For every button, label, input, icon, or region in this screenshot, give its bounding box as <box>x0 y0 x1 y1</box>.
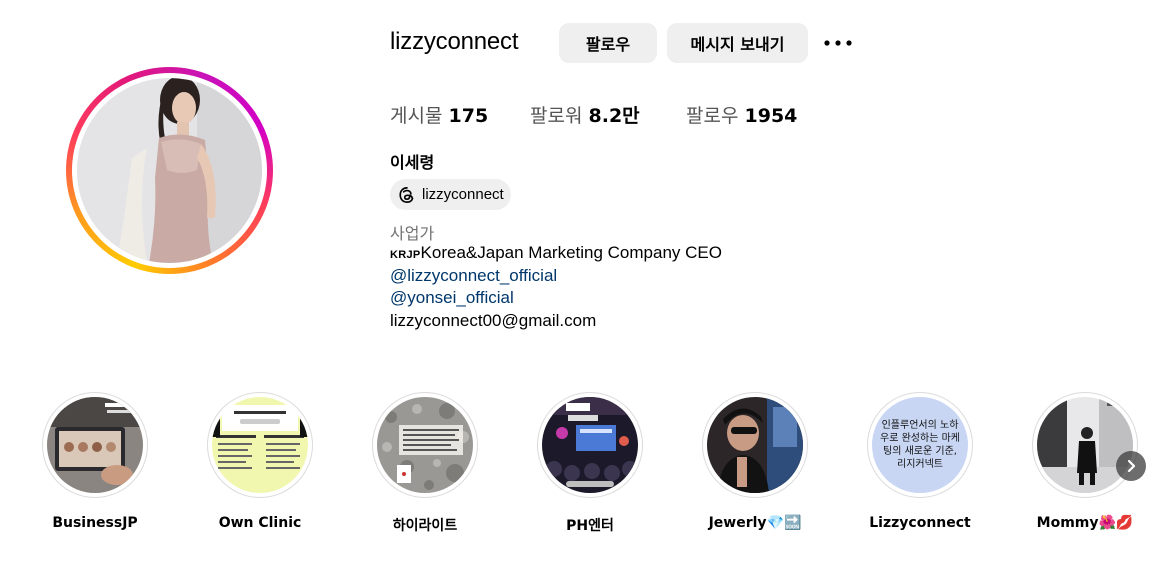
highlight-cover <box>212 397 308 493</box>
avatar-border <box>72 73 267 268</box>
threads-handle: lizzyconnect <box>422 186 504 203</box>
highlight-cover <box>542 397 638 493</box>
highlight-item[interactable]: 인플루언서의 노하우로 완성하는 마케팅의 새로운 기준, 리지커넥트 Lizz… <box>866 392 974 531</box>
highlight-label: Lizzyconnect <box>869 515 971 531</box>
profile-username: lizzyconnect <box>390 28 519 55</box>
document-photo-icon <box>212 397 308 493</box>
profile-display-name: 이세령 <box>390 153 435 172</box>
following-label: 팔로우 <box>686 105 739 127</box>
highlight-cover <box>707 397 803 493</box>
text-cover-icon: 인플루언서의 노하우로 완성하는 마케팅의 새로운 기준, 리지커넥트 <box>872 397 968 493</box>
profile-category: 사업가 <box>390 224 435 243</box>
marble-photo-icon <box>377 397 473 493</box>
highlight-label: Own Clinic <box>218 515 302 531</box>
followers-count[interactable]: 팔로워 8.2만 <box>530 101 640 128</box>
highlight-item[interactable]: Jewerly💎🔜 <box>701 392 809 531</box>
street-photo-icon <box>1037 397 1133 493</box>
send-message-button[interactable]: 메시지 보내기 <box>667 23 808 63</box>
highlight-ring: 인플루언서의 노하우로 완성하는 마케팅의 새로운 기준, 리지커넥트 <box>867 392 973 498</box>
bio-mention-link[interactable]: @lizzyconnect_official <box>390 266 557 286</box>
following-value: 1954 <box>744 105 798 127</box>
followers-label: 팔로워 <box>530 105 583 127</box>
highlight-ring <box>207 392 313 498</box>
highlight-label: BusinessJP <box>52 515 138 531</box>
highlight-ring <box>537 392 643 498</box>
flag-text: KRJP <box>390 249 421 261</box>
threads-link[interactable]: lizzyconnect <box>390 179 511 210</box>
highlight-item[interactable]: Mommy🌺💋 <box>1031 392 1139 531</box>
highlight-label: 하이라이트 <box>392 518 458 534</box>
avatar[interactable] <box>77 78 262 263</box>
highlight-label: PH엔터 <box>566 518 614 534</box>
highlight-ring <box>1032 392 1138 498</box>
profile-avatar-ring[interactable] <box>66 67 273 274</box>
stage-photo-icon <box>542 397 638 493</box>
bio-mention-link[interactable]: @yonsei_official <box>390 288 514 308</box>
highlights-next-button[interactable] <box>1116 451 1146 481</box>
more-options-icon <box>824 40 852 46</box>
posts-count: 게시물 175 <box>390 101 488 128</box>
highlight-ring <box>42 392 148 498</box>
highlight-ring <box>372 392 478 498</box>
highlight-cover <box>377 397 473 493</box>
highlight-ring <box>702 392 808 498</box>
highlight-label: Mommy🌺💋 <box>1036 515 1134 531</box>
highlight-cover <box>1037 397 1133 493</box>
portrait-photo-icon <box>707 397 803 493</box>
posts-value: 175 <box>448 105 489 127</box>
highlight-item[interactable]: BusinessJP <box>41 392 149 531</box>
highlight-item[interactable]: 하이라이트 <box>371 392 479 534</box>
highlight-cover <box>47 397 143 493</box>
avatar-photo-illustration <box>77 78 262 263</box>
following-count[interactable]: 팔로우 1954 <box>686 101 797 128</box>
bio-text: Korea&Japan Marketing Company CEO <box>420 243 722 262</box>
highlight-item[interactable]: PH엔터 <box>536 392 644 534</box>
highlight-label: Jewerly💎🔜 <box>708 515 802 531</box>
laptop-photo-icon <box>47 397 143 493</box>
bio-email: lizzyconnect00@gmail.com <box>390 311 597 330</box>
bio-line: KRJPKorea&Japan Marketing Company CEO <box>390 243 722 263</box>
followers-value: 8.2만 <box>588 105 640 127</box>
chevron-right-icon <box>1127 459 1136 473</box>
follow-button[interactable]: 팔로우 <box>559 23 657 63</box>
highlight-cover-text: 인플루언서의 노하우로 완성하는 마케팅의 새로운 기준, 리지커넥트 <box>880 420 960 470</box>
highlight-item[interactable]: Own Clinic <box>206 392 314 531</box>
threads-icon <box>399 186 414 203</box>
posts-label: 게시물 <box>390 105 443 127</box>
more-options-button[interactable] <box>822 28 854 58</box>
